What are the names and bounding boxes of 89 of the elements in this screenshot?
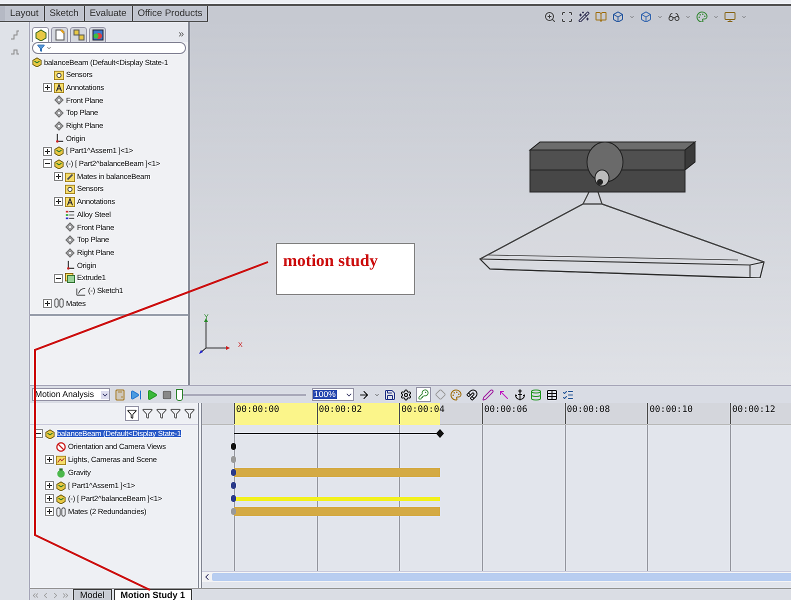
caret-icon: [46, 45, 52, 51]
filter-icon[interactable]: [142, 408, 153, 419]
arrow-icon[interactable]: [358, 388, 370, 400]
gear-icon[interactable]: [400, 388, 412, 400]
keyframe-line[interactable]: [234, 429, 444, 438]
plane-icon: [65, 248, 75, 258]
expander-toggle[interactable]: [45, 481, 54, 490]
zoom-area-icon[interactable]: [561, 11, 573, 23]
glasses-icon[interactable]: [668, 11, 680, 23]
time-label: 00:00:04: [401, 406, 445, 415]
extrude-icon: [65, 273, 75, 284]
sensor-folder-icon: [65, 184, 75, 194]
zoom-select[interactable]: 100%: [312, 388, 354, 401]
expander-toggle[interactable]: [43, 83, 52, 92]
horizontal-scrollbar[interactable]: [202, 571, 791, 582]
paper-clip-icon: [54, 298, 64, 308]
configuration-icon: [72, 29, 84, 41]
document-icon: [54, 29, 66, 41]
plane-icon: [54, 120, 64, 131]
expander-toggle[interactable]: [54, 197, 63, 206]
expander-toggle[interactable]: [45, 494, 54, 503]
origin-icon: [65, 260, 75, 270]
plane-icon: [65, 222, 75, 232]
palette-icon[interactable]: [696, 11, 708, 23]
panel-tab[interactable]: [32, 27, 49, 42]
no-camera-icon: [56, 442, 66, 452]
filter-icon[interactable]: [170, 408, 181, 419]
stop-icon[interactable]: [162, 390, 172, 400]
filter-icon[interactable]: [156, 408, 167, 419]
panel-tab[interactable]: [89, 27, 106, 42]
sensor-folder-icon: [54, 70, 64, 80]
panel-tab[interactable]: [51, 27, 68, 42]
command-tab[interactable]: Layout: [5, 6, 45, 21]
key-button[interactable]: [416, 387, 431, 402]
cube-icon[interactable]: [640, 11, 652, 23]
time-label: 00:00:10: [649, 406, 693, 415]
annotation-icon: [54, 82, 64, 93]
time-label: 00:00:08: [566, 406, 610, 415]
calculator-icon[interactable]: [114, 388, 126, 400]
part-icon: [56, 494, 66, 504]
expander-toggle[interactable]: [43, 146, 52, 156]
part-icon: [45, 428, 55, 438]
time-label: 00:00:12: [732, 406, 776, 415]
material-icon: [65, 210, 75, 220]
mates-folder-icon: [65, 172, 75, 182]
annotation-icon: [65, 196, 75, 207]
expander-toggle[interactable]: [45, 455, 54, 464]
zoom-icon[interactable]: [544, 11, 556, 23]
save-icon[interactable]: [384, 388, 396, 400]
expander-toggle[interactable]: [54, 172, 63, 182]
filter-button[interactable]: [125, 406, 139, 421]
paper-clip-icon: [56, 506, 66, 516]
part-icon: [54, 146, 64, 156]
command-tab[interactable]: Sketch: [44, 6, 85, 21]
plane-icon: [65, 234, 75, 245]
origin-icon: [54, 133, 64, 144]
filter-icon: [37, 44, 45, 52]
filter-icon[interactable]: [184, 408, 195, 419]
callout-text: motion study: [283, 251, 378, 270]
play-icon[interactable]: [146, 388, 158, 400]
expander-toggle[interactable]: [43, 159, 52, 168]
monitor-icon[interactable]: [724, 11, 736, 23]
expander-toggle[interactable]: [54, 274, 63, 283]
part-icon: [54, 158, 64, 169]
scene-folder-icon: [56, 454, 66, 464]
more-tabs-button[interactable]: »: [178, 30, 184, 40]
expander-toggle[interactable]: [45, 507, 54, 516]
plane-icon: [54, 108, 64, 118]
plane-icon: [54, 95, 64, 106]
time-label: 00:00:02: [318, 406, 362, 415]
display-icon: [92, 29, 104, 41]
cube-icon[interactable]: [612, 11, 624, 23]
part-icon: [56, 480, 66, 490]
play-from-start-icon[interactable]: [130, 388, 142, 400]
expander-toggle[interactable]: [43, 298, 52, 308]
command-tab[interactable]: Evaluate: [84, 6, 133, 21]
part-icon: [32, 57, 42, 68]
study-tab[interactable]: Motion Study 1: [114, 589, 192, 600]
time-label: 00:00:06: [484, 406, 528, 415]
playback-slider[interactable]: [176, 388, 306, 400]
scrollbar-thumb[interactable]: [212, 573, 791, 581]
slider-thumb[interactable]: [176, 388, 183, 400]
wand-icon[interactable]: [578, 11, 590, 23]
caret-icon[interactable]: [101, 390, 109, 398]
sketch-icon: [76, 286, 86, 296]
time-label: 00:00:00: [236, 406, 280, 415]
panel-tab[interactable]: [70, 27, 87, 42]
command-tab[interactable]: Office Products: [132, 6, 208, 21]
study-tab[interactable]: Model: [73, 589, 112, 600]
